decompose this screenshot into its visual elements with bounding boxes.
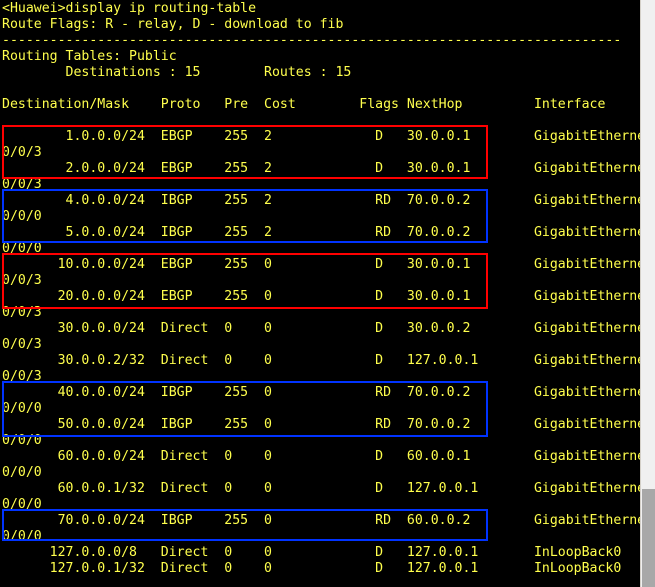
terminal-line-26: 50.0.0.0/24 IBGP 255 0 RD 70.0.0.2 Gigab… [2,417,640,432]
scrollbar-thumb[interactable] [642,489,655,587]
terminal-line-0: <Huawei>display ip routing-table [2,1,257,16]
terminal-line-17: 0/0/3 [2,273,42,288]
terminal-line-6: Destination/Mask Proto Pre Cost Flags Ne… [2,97,606,112]
vertical-scrollbar[interactable] [640,0,655,587]
terminal-line-2: ----------------------------------------… [2,33,622,48]
terminal-line-18: 20.0.0.0/24 EBGP 255 0 D 30.0.0.1 Gigabi… [2,289,640,304]
terminal-line-19: 0/0/3 [2,305,42,320]
terminal-output[interactable]: <Huawei>display ip routing-table Route Fl… [0,0,640,587]
terminal-line-25: 0/0/0 [2,401,42,416]
terminal-line-33: 0/0/0 [2,529,42,544]
terminal-line-34: 127.0.0.0/8 Direct 0 0 D 127.0.0.1 InLoo… [2,545,622,560]
terminal-line-1: Route Flags: R - relay, D - download to … [2,17,344,32]
terminal-line-27: 0/0/0 [2,433,42,448]
terminal-line-12: 4.0.0.0/24 IBGP 255 2 RD 70.0.0.2 Gigabi… [2,193,640,208]
terminal-line-30: 60.0.0.1/32 Direct 0 0 D 127.0.0.1 Gigab… [2,481,640,496]
terminal-line-35: 127.0.0.1/32 Direct 0 0 D 127.0.0.1 InLo… [2,561,622,576]
terminal-line-8: 1.0.0.0/24 EBGP 255 2 D 30.0.0.1 Gigabit… [2,129,640,144]
terminal-window: <Huawei>display ip routing-table Route Fl… [0,0,655,587]
terminal-line-11: 0/0/3 [2,177,42,192]
terminal-line-21: 0/0/3 [2,337,42,352]
terminal-line-10: 2.0.0.0/24 EBGP 255 2 D 30.0.0.1 Gigabit… [2,161,640,176]
terminal-line-22: 30.0.0.2/32 Direct 0 0 D 127.0.0.1 Gigab… [2,353,640,368]
terminal-line-15: 0/0/0 [2,241,42,256]
terminal-line-24: 40.0.0.0/24 IBGP 255 0 RD 70.0.0.2 Gigab… [2,385,640,400]
terminal-line-3: Routing Tables: Public [2,49,177,64]
terminal-line-23: 0/0/3 [2,369,42,384]
terminal-line-31: 0/0/0 [2,497,42,512]
terminal-line-29: 0/0/0 [2,465,42,480]
terminal-line-20: 30.0.0.0/24 Direct 0 0 D 30.0.0.2 Gigabi… [2,321,640,336]
terminal-line-13: 0/0/0 [2,209,42,224]
terminal-line-9: 0/0/3 [2,145,42,160]
terminal-line-28: 60.0.0.0/24 Direct 0 0 D 60.0.0.1 Gigabi… [2,449,640,464]
terminal-line-32: 70.0.0.0/24 IBGP 255 0 RD 60.0.0.2 Gigab… [2,513,640,528]
terminal-line-16: 10.0.0.0/24 EBGP 255 0 D 30.0.0.1 Gigabi… [2,257,640,272]
terminal-line-14: 5.0.0.0/24 IBGP 255 2 RD 70.0.0.2 Gigabi… [2,225,640,240]
terminal-line-4: Destinations : 15 Routes : 15 [2,65,352,80]
